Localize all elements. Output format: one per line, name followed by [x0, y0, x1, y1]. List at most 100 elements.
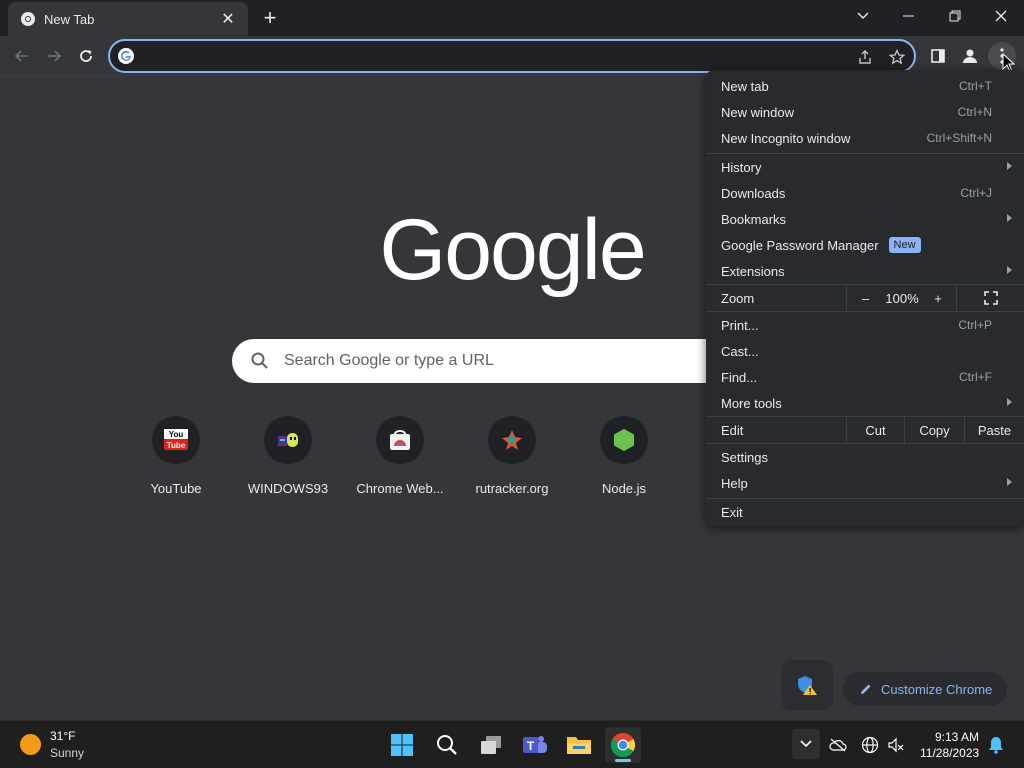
- notification-bell-icon[interactable]: [988, 736, 1004, 754]
- svg-text:Tube: Tube: [167, 441, 186, 450]
- shortcut-rutracker[interactable]: rutracker.org: [456, 416, 568, 506]
- address-bar[interactable]: [108, 39, 916, 73]
- zoom-level: 100%: [885, 290, 919, 306]
- side-panel-icon[interactable]: [924, 42, 952, 70]
- tab-strip: New Tab ✕ +: [0, 0, 1024, 36]
- copy-button[interactable]: Copy: [904, 417, 964, 443]
- teams-icon[interactable]: T: [517, 727, 553, 763]
- menu-item-new-window[interactable]: New window Ctrl+N: [706, 99, 1024, 125]
- fullscreen-button[interactable]: [956, 285, 1024, 311]
- onedrive-offline-icon[interactable]: [829, 738, 847, 752]
- menu-item-shortcut: Ctrl+T: [959, 79, 992, 93]
- menu-item-help[interactable]: Help: [706, 470, 1024, 496]
- shortcut-chrome-web-store[interactable]: Chrome Web...: [344, 416, 456, 506]
- menu-item-password-manager[interactable]: Google Password Manager New: [706, 232, 1024, 258]
- menu-item-downloads[interactable]: Downloads Ctrl+J: [706, 180, 1024, 206]
- search-icon: [250, 351, 270, 371]
- shortcut-windows93[interactable]: WINDOWS93: [232, 416, 344, 506]
- globe-network-icon[interactable]: [861, 736, 879, 754]
- shortcut-nodejs[interactable]: Node.js: [568, 416, 680, 506]
- menu-item-extensions[interactable]: Extensions: [706, 258, 1024, 284]
- menu-item-shortcut: Ctrl+P: [958, 318, 992, 332]
- menu-item-print[interactable]: Print... Ctrl+P: [706, 312, 1024, 338]
- windows-start-icon[interactable]: [384, 727, 420, 763]
- chevron-down-icon[interactable]: [840, 0, 886, 32]
- show-hidden-icons-button[interactable]: [792, 729, 820, 759]
- weather-temperature[interactable]: 31°F: [50, 729, 75, 743]
- clock-time[interactable]: 9:13 AM: [935, 730, 979, 744]
- menu-item-label: Help: [721, 475, 748, 491]
- menu-item-label: Settings: [721, 449, 768, 465]
- menu-item-new-incognito-window[interactable]: New Incognito window Ctrl+Shift+N: [706, 125, 1024, 151]
- menu-item-label: History: [721, 159, 762, 175]
- sun-weather-icon[interactable]: [20, 734, 41, 755]
- shortcut-label: WINDOWS93: [247, 481, 329, 496]
- task-view-icon[interactable]: [473, 727, 509, 763]
- file-explorer-icon[interactable]: [561, 727, 597, 763]
- weather-condition[interactable]: Sunny: [50, 746, 84, 760]
- clock-date[interactable]: 11/28/2023: [920, 746, 979, 760]
- restore-icon[interactable]: [932, 0, 978, 32]
- menu-item-history[interactable]: History: [706, 154, 1024, 180]
- taskbar: 31°F Sunny T 9:13 AM 11/28/2023: [0, 720, 1024, 768]
- menu-item-bookmarks[interactable]: Bookmarks: [706, 206, 1024, 232]
- cut-button[interactable]: Cut: [846, 417, 904, 443]
- chrome-menu: New tab Ctrl+T New window Ctrl+N New Inc…: [706, 70, 1024, 526]
- svg-text:You: You: [169, 430, 184, 439]
- share-icon[interactable]: [854, 46, 876, 68]
- forward-icon[interactable]: [40, 42, 68, 70]
- menu-item-label: Extensions: [721, 263, 785, 279]
- search-icon[interactable]: [429, 727, 465, 763]
- google-g-icon: [118, 48, 134, 64]
- shortcut-label: Node.js: [601, 481, 647, 496]
- menu-item-label: Cast...: [721, 343, 759, 359]
- chevron-down-icon: [800, 740, 812, 748]
- menu-item-exit[interactable]: Exit: [706, 499, 1024, 525]
- volume-muted-icon[interactable]: [887, 736, 905, 754]
- back-icon[interactable]: [8, 42, 36, 70]
- menu-item-label: Print...: [721, 317, 759, 333]
- menu-item-settings[interactable]: Settings: [706, 444, 1024, 470]
- menu-item-cast[interactable]: Cast...: [706, 338, 1024, 364]
- submenu-arrow-icon: [1007, 214, 1012, 222]
- google-logo: Google: [379, 201, 646, 298]
- menu-item-shortcut: Ctrl+N: [957, 105, 992, 119]
- new-badge: New: [888, 237, 921, 253]
- search-placeholder: Search Google or type a URL: [284, 352, 494, 369]
- menu-item-more-tools[interactable]: More tools: [706, 390, 1024, 416]
- zoom-in-button[interactable]: +: [920, 285, 956, 311]
- menu-item-label: Google Password Manager: [721, 237, 879, 253]
- menu-item-shortcut: Ctrl+J: [960, 186, 992, 200]
- submenu-arrow-icon: [1007, 266, 1012, 274]
- customize-chrome-button[interactable]: Customize Chrome: [843, 672, 1007, 706]
- bookmark-star-icon[interactable]: [886, 46, 908, 68]
- zoom-out-button[interactable]: –: [846, 285, 884, 311]
- shortcut-youtube[interactable]: You Tube YouTube: [120, 416, 232, 506]
- shortcut-label: rutracker.org: [475, 481, 549, 496]
- active-app-indicator: [615, 759, 631, 762]
- menu-item-new-tab[interactable]: New tab Ctrl+T: [706, 73, 1024, 99]
- tab-title: New Tab: [44, 11, 95, 27]
- svg-text:T: T: [527, 739, 535, 753]
- security-warning-button[interactable]: [781, 660, 833, 710]
- chrome-taskbar-icon[interactable]: [605, 727, 641, 763]
- minimize-icon[interactable]: [886, 0, 932, 32]
- new-tab-button[interactable]: +: [258, 5, 282, 30]
- menu-edit-row: Edit Cut Copy Paste: [706, 417, 1024, 443]
- close-icon[interactable]: ✕: [218, 9, 238, 29]
- windows93-icon: [264, 416, 312, 464]
- menu-item-find[interactable]: Find... Ctrl+F: [706, 364, 1024, 390]
- tab-new-tab[interactable]: New Tab ✕: [8, 2, 248, 36]
- reload-icon[interactable]: [72, 42, 100, 70]
- nodejs-icon: [600, 416, 648, 464]
- menu-item-label: Exit: [721, 504, 743, 520]
- menu-item-label: Find...: [721, 369, 758, 385]
- submenu-arrow-icon: [1007, 478, 1012, 486]
- profile-icon[interactable]: [956, 42, 984, 70]
- paste-button[interactable]: Paste: [964, 417, 1024, 443]
- chrome-icon: [20, 11, 36, 27]
- submenu-arrow-icon: [1007, 162, 1012, 170]
- close-icon[interactable]: [978, 0, 1024, 32]
- zoom-label: Zoom: [706, 285, 846, 311]
- rutracker-icon: [488, 416, 536, 464]
